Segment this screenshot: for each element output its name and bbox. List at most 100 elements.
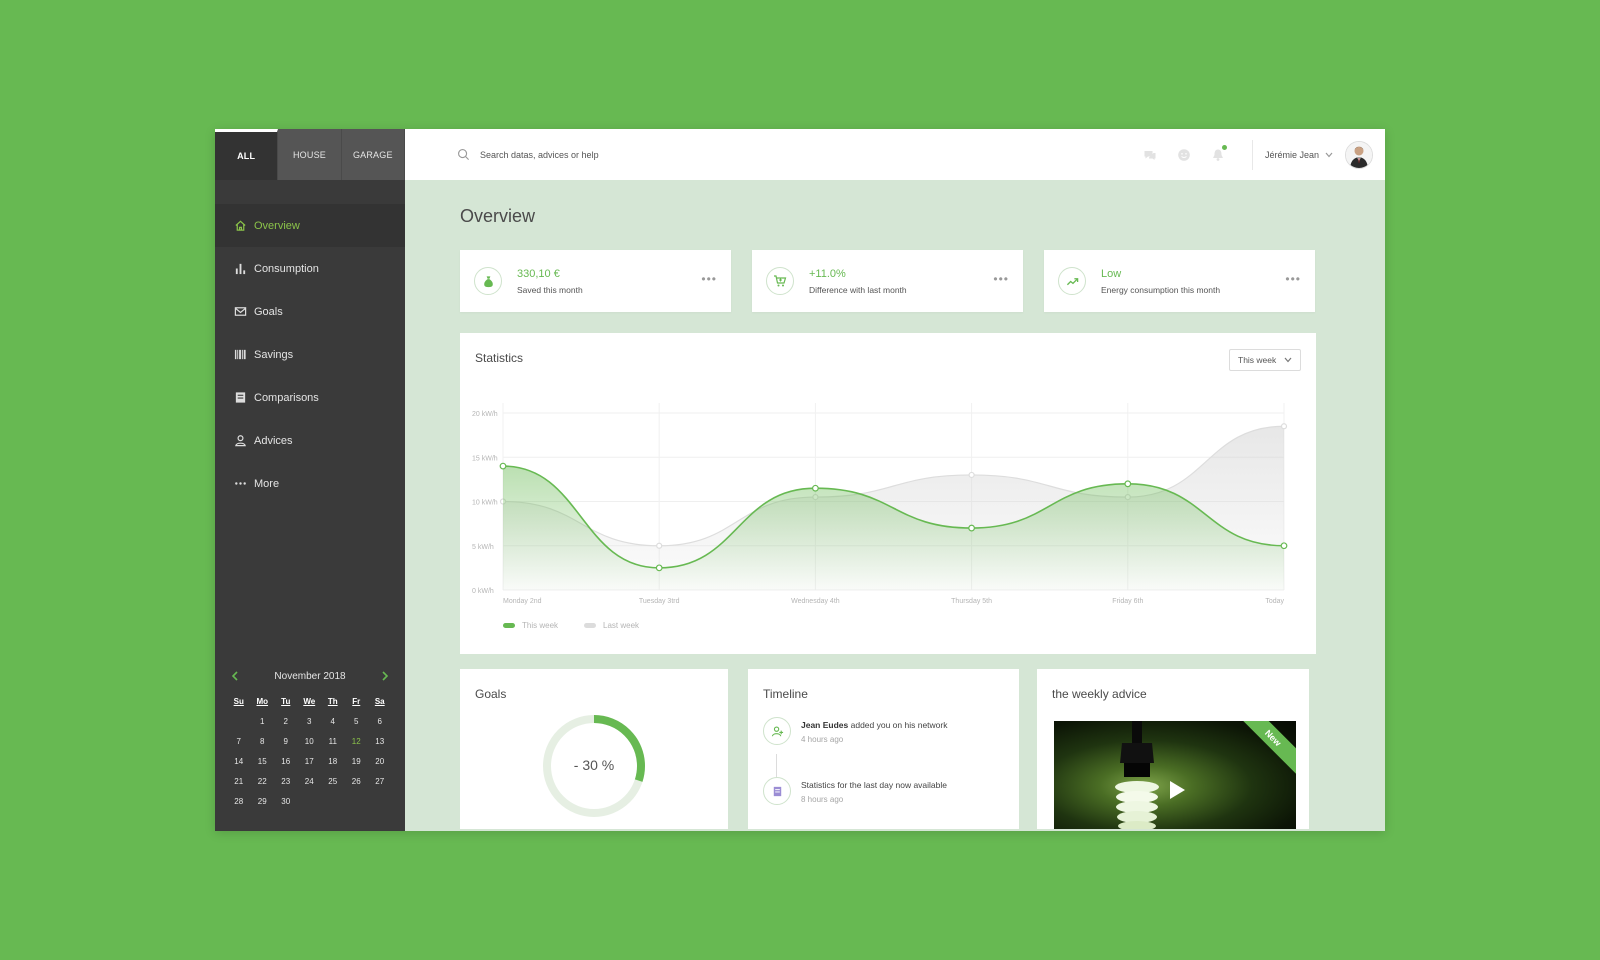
advice-title: the weekly advice xyxy=(1052,687,1147,701)
search-input[interactable] xyxy=(478,148,782,161)
sidebar-item-overview[interactable]: Overview xyxy=(215,204,405,247)
user-menu[interactable]: Jérémie Jean xyxy=(1251,139,1373,170)
x-tick-label: Monday 2nd xyxy=(503,598,542,605)
timeline-item[interactable]: Jean Eudes added you on his network 4 ho… xyxy=(763,717,947,745)
legend-label: Last week xyxy=(603,621,640,630)
more-options-icon[interactable]: ••• xyxy=(993,272,1009,286)
smiley-icon[interactable] xyxy=(1177,148,1191,162)
x-tick-label: Friday 6th xyxy=(1112,598,1143,605)
more-options-icon[interactable]: ••• xyxy=(1285,272,1301,286)
range-select[interactable]: This week xyxy=(1229,349,1301,371)
kpi-value: Low xyxy=(1101,267,1122,280)
more-icon xyxy=(233,477,247,491)
calendar-weekday: We xyxy=(303,696,316,706)
calendar-day[interactable]: 27 xyxy=(368,771,392,791)
calendar-day[interactable]: 28 xyxy=(227,791,251,811)
data-point xyxy=(1124,480,1132,488)
sidebar-item-savings[interactable]: Savings xyxy=(215,333,405,376)
calendar-day[interactable]: 14 xyxy=(227,751,251,771)
calendar-day[interactable]: 17 xyxy=(298,751,322,771)
chevron-down-icon xyxy=(1284,357,1292,363)
notification-dot xyxy=(1222,144,1227,150)
bell-icon[interactable] xyxy=(1211,144,1227,162)
sidebar-item-label: Goals xyxy=(254,305,283,318)
timeline-item[interactable]: Statistics for the last day now availabl… xyxy=(763,777,947,805)
home-icon xyxy=(233,219,247,233)
data-point xyxy=(656,542,663,549)
chat-icon[interactable] xyxy=(1143,148,1157,162)
calendar-day[interactable]: 7 xyxy=(227,731,251,751)
calendar-month-title: November 2018 xyxy=(274,670,346,682)
sidebar-item-goals[interactable]: Goals xyxy=(215,290,405,333)
sidebar: ALL HOUSE GARAGE Overview Consumption Go… xyxy=(215,129,405,831)
sidebar-item-advices[interactable]: Advices xyxy=(215,419,405,462)
tab-house[interactable]: HOUSE xyxy=(278,129,342,180)
kpi-label: Saved this month xyxy=(517,284,583,295)
calendar-day[interactable]: 9 xyxy=(274,731,298,751)
calendar-day[interactable]: 10 xyxy=(298,731,322,751)
calendar-day[interactable]: 5 xyxy=(345,711,369,731)
calendar-day[interactable]: 8 xyxy=(251,731,275,751)
advice-video[interactable]: New xyxy=(1054,721,1296,829)
calendar-day[interactable]: 15 xyxy=(251,751,275,771)
calendar-day[interactable]: 20 xyxy=(368,751,392,771)
sidebar-item-consumption[interactable]: Consumption xyxy=(215,247,405,290)
calendar-day[interactable]: 21 xyxy=(227,771,251,791)
y-tick-label: 20 kW/h xyxy=(472,411,498,418)
calendar-day[interactable]: 18 xyxy=(321,751,345,771)
goals-donut xyxy=(543,715,645,817)
chevron-down-icon xyxy=(1325,152,1333,157)
range-select-value: This week xyxy=(1238,355,1277,365)
sidebar-item-label: Consumption xyxy=(254,262,319,275)
calendar-day[interactable]: 4 xyxy=(321,711,345,731)
add-user-icon xyxy=(763,717,791,745)
more-options-icon[interactable]: ••• xyxy=(701,272,717,286)
y-tick-label: 15 kW/h xyxy=(472,455,498,462)
calendar-day[interactable]: 29 xyxy=(251,791,275,811)
calendar-weekday: Mo xyxy=(256,696,269,706)
user-icon xyxy=(233,434,247,448)
chevron-right-icon[interactable] xyxy=(377,668,393,684)
page-title: Overview xyxy=(460,206,536,226)
calendar-day[interactable]: 23 xyxy=(274,771,298,791)
calendar-day[interactable]: 25 xyxy=(321,771,345,791)
kpi-value: 330,10 € xyxy=(517,267,560,280)
calendar-day[interactable]: 1 xyxy=(251,711,275,731)
calendar-empty-cell xyxy=(227,711,251,731)
calendar-day[interactable]: 13 xyxy=(368,731,392,751)
legend-label: This week xyxy=(522,621,559,630)
chevron-left-icon[interactable] xyxy=(227,668,243,684)
avatar[interactable] xyxy=(1345,140,1373,169)
timeline-user[interactable]: Jean Eudes xyxy=(801,720,848,730)
sidebar-item-label: More xyxy=(254,477,280,490)
list-icon xyxy=(233,391,247,405)
calendar-day[interactable]: 16 xyxy=(274,751,298,771)
data-point xyxy=(968,524,976,532)
calendar-day-today[interactable]: 12 xyxy=(345,731,369,751)
search-icon xyxy=(458,149,470,161)
tab-garage[interactable]: GARAGE xyxy=(341,129,405,180)
calendar-day[interactable]: 24 xyxy=(298,771,322,791)
calendar-weekday: Su xyxy=(233,696,244,706)
sidebar-item-more[interactable]: More xyxy=(215,462,405,505)
calendar-day[interactable]: 6 xyxy=(368,711,392,731)
calendar-day[interactable]: 2 xyxy=(274,711,298,731)
calendar-day[interactable]: 19 xyxy=(345,751,369,771)
data-point xyxy=(655,564,663,572)
calendar-day[interactable]: 26 xyxy=(345,771,369,791)
tab-all[interactable]: ALL xyxy=(215,129,279,180)
calendar-weekday: Fr xyxy=(352,696,361,706)
sidebar-item-comparisons[interactable]: Comparisons xyxy=(215,376,405,419)
calendar-grid: Su Mo Tu We Th Fr Sa 1 2 3 4 5 6 7 8 9 10 11 12 13 14 15 16 17 1… xyxy=(227,691,393,811)
data-point xyxy=(968,471,975,479)
trending-up-icon xyxy=(1058,267,1086,295)
calendar-day[interactable]: 30 xyxy=(274,791,298,811)
play-icon[interactable] xyxy=(1167,779,1187,801)
calendar-day[interactable]: 22 xyxy=(251,771,275,791)
timeline-text: Statistics for the last day now availabl… xyxy=(801,780,947,790)
calendar-day[interactable]: 3 xyxy=(298,711,322,731)
sidebar-item-label: Comparisons xyxy=(254,391,319,404)
header-icons xyxy=(1143,144,1227,162)
timeline-text: added you on his network xyxy=(848,720,948,730)
calendar-day[interactable]: 11 xyxy=(321,731,345,751)
